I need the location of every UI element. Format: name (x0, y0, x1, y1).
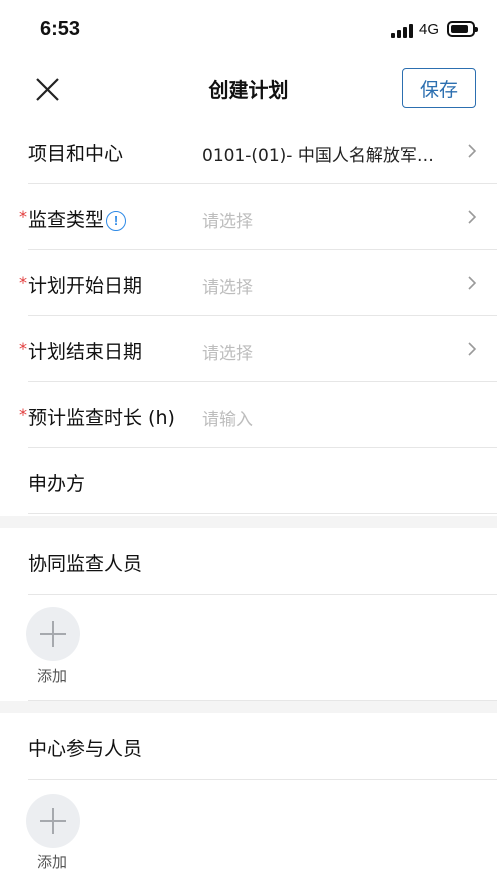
start-date-label: 计划开始日期 (28, 275, 143, 297)
inspection-type-label: 监查类型! (28, 205, 127, 232)
chevron-right-icon (468, 210, 477, 224)
required-mark: * (19, 273, 27, 292)
required-mark: * (19, 207, 27, 226)
inspection-type-row[interactable]: * 监查类型! 请选择 (19, 184, 497, 250)
center-participants-header: 中心参与人员 (28, 713, 497, 780)
end-date-label: 计划结束日期 (28, 341, 143, 363)
signal-icon (391, 22, 413, 38)
project-center-row[interactable]: 项目和中心 0101-(01)- 中国人名解放军… (28, 118, 497, 184)
add-center-participant-label: 添加 (37, 853, 68, 871)
duration-row[interactable]: * 预计监查时长 (h) 请输入 (19, 382, 497, 448)
co-inspectors-header: 协同监查人员 (28, 528, 497, 595)
end-date-row[interactable]: * 计划结束日期 请选择 (19, 316, 497, 382)
project-center-label: 项目和中心 (28, 143, 124, 165)
sponsor-row[interactable]: 申办方 (28, 448, 497, 514)
add-center-participant-button[interactable] (26, 794, 80, 848)
inspection-type-value: 请选择 (202, 212, 253, 232)
duration-label: 预计监查时长 (h) (28, 407, 175, 429)
save-button[interactable]: 保存 (402, 68, 476, 108)
end-date-value: 请选择 (202, 344, 253, 364)
section-divider (0, 701, 497, 713)
chevron-right-icon (468, 342, 477, 356)
required-mark: * (19, 339, 27, 358)
status-bar: 6:53 4G (0, 0, 497, 60)
info-icon[interactable]: ! (106, 210, 127, 231)
duration-input[interactable]: 请输入 (202, 405, 253, 430)
start-date-value: 请选择 (202, 278, 253, 298)
center-participants-title: 中心参与人员 (28, 738, 143, 760)
chevron-right-icon (468, 276, 477, 290)
start-date-row[interactable]: * 计划开始日期 请选择 (19, 250, 497, 316)
co-inspectors-title: 协同监查人员 (28, 553, 143, 575)
add-co-inspector-label: 添加 (37, 667, 68, 685)
add-co-inspector-button[interactable] (26, 607, 80, 661)
nav-bar: 创建计划 保存 (0, 60, 497, 116)
chevron-right-icon (468, 144, 477, 158)
network-type: 4G (419, 21, 440, 38)
inspection-type-label-text: 监查类型 (28, 209, 105, 231)
project-center-value: 0101-(01)- 中国人名解放军… (202, 146, 434, 166)
section-divider (0, 516, 497, 528)
sponsor-label: 申办方 (28, 473, 86, 495)
status-time: 6:53 (40, 18, 81, 40)
battery-icon (447, 21, 478, 37)
required-mark: * (19, 405, 27, 424)
